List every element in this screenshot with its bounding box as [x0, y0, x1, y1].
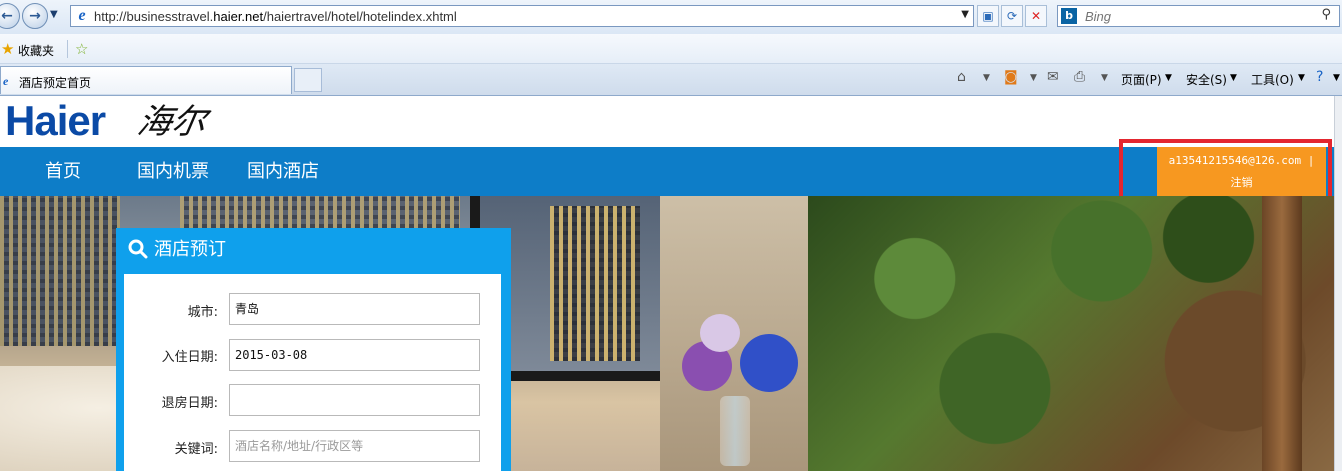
ie-page-icon: e — [78, 7, 86, 24]
tools-menu-arrow-icon[interactable]: ▼ — [1298, 73, 1305, 83]
checkout-date-input[interactable] — [229, 384, 480, 416]
ie-tab-icon: e — [3, 74, 9, 88]
haier-logo[interactable]: Haier — [5, 98, 106, 144]
add-favorite-icon[interactable]: ☆ — [75, 40, 88, 58]
read-mail-icon[interactable]: ✉ — [1047, 69, 1059, 85]
history-dropdown-icon[interactable]: ▼ — [50, 9, 58, 20]
nav-flights[interactable]: 国内机票 — [137, 161, 209, 183]
refresh-icon[interactable]: ⟳ — [1001, 5, 1023, 27]
safety-menu[interactable]: 安全(S) — [1186, 71, 1227, 88]
keyword-input[interactable]: 酒店名称/地址/行政区等 — [229, 430, 480, 462]
help-menu-arrow-icon[interactable]: ▼ — [1333, 73, 1340, 83]
favorites-separator — [67, 40, 68, 58]
nav-hotels[interactable]: 国内酒店 — [247, 161, 319, 183]
page-content: Haier 海尔 首页 国内机票 国内酒店 a13541215546@126.c… — [0, 96, 1342, 471]
favorites-label[interactable]: 收藏夹 — [18, 42, 54, 59]
address-bar-row: ← → ▼ e http://businesstravel.haier.net/… — [0, 0, 1342, 34]
keyword-label: 关键词: — [174, 442, 218, 457]
city-input[interactable]: 青岛 — [229, 293, 480, 325]
home-dropdown-icon[interactable]: ▼ — [983, 73, 990, 83]
checkout-label: 退房日期: — [161, 396, 218, 411]
forward-button[interactable]: → — [22, 3, 48, 29]
print-icon[interactable]: ⎙ — [1074, 69, 1085, 85]
help-icon[interactable]: ? — [1316, 69, 1323, 85]
home-icon[interactable]: ⌂ — [957, 69, 966, 85]
tab-strip: e 酒店预定首页 ⌂ ▼ ◙ ▼ ✉ ⎙ ▼ 页面(P) ▼ 安全(S) ▼ 工… — [0, 64, 1342, 96]
address-dropdown-icon[interactable]: ▼ — [961, 9, 969, 20]
checkin-label: 入住日期: — [161, 350, 218, 365]
print-dropdown-icon[interactable]: ▼ — [1101, 73, 1108, 83]
new-tab-button[interactable] — [294, 68, 322, 92]
search-icon — [128, 239, 148, 259]
bing-icon: b — [1061, 8, 1077, 24]
vertical-scrollbar[interactable] — [1334, 96, 1342, 471]
vase — [720, 396, 750, 466]
booking-title: 酒店预订 — [154, 239, 226, 260]
booking-form: 城市: 青岛 入住日期: 2015-03-08 退房日期: 关键词: 酒店名称/… — [124, 274, 501, 471]
search-icon[interactable]: ⚲ — [1321, 7, 1331, 22]
nav-home[interactable]: 首页 — [45, 161, 81, 183]
tab-hotel-home[interactable]: e 酒店预定首页 — [0, 66, 292, 94]
haier-logo-chinese: 海尔 — [134, 102, 210, 142]
safety-menu-arrow-icon[interactable]: ▼ — [1230, 73, 1237, 83]
checkin-date-input[interactable]: 2015-03-08 — [229, 339, 480, 371]
favorites-star-icon[interactable]: ★ — [1, 40, 14, 58]
search-input[interactable] — [1083, 7, 1307, 25]
rss-feed-icon[interactable]: ◙ — [1004, 69, 1018, 85]
favorites-bar: ★ 收藏夹 ☆ — [0, 34, 1342, 64]
stop-icon[interactable]: ✕ — [1025, 5, 1047, 27]
search-box[interactable]: b ⚲ — [1057, 5, 1340, 27]
page-menu[interactable]: 页面(P) — [1121, 71, 1162, 88]
tools-menu[interactable]: 工具(O) — [1251, 71, 1294, 88]
tab-title: 酒店预定首页 — [19, 76, 92, 90]
back-button[interactable]: ← — [0, 3, 20, 29]
address-field[interactable]: e http://businesstravel.haier.net/haiert… — [70, 5, 974, 27]
compatibility-view-icon[interactable]: ▣ — [977, 5, 999, 27]
page-menu-arrow-icon[interactable]: ▼ — [1165, 73, 1172, 83]
city-label: 城市: — [187, 305, 218, 320]
rss-dropdown-icon[interactable]: ▼ — [1030, 73, 1037, 83]
url-text: http://businesstravel.haier.net/haiertra… — [94, 8, 457, 24]
